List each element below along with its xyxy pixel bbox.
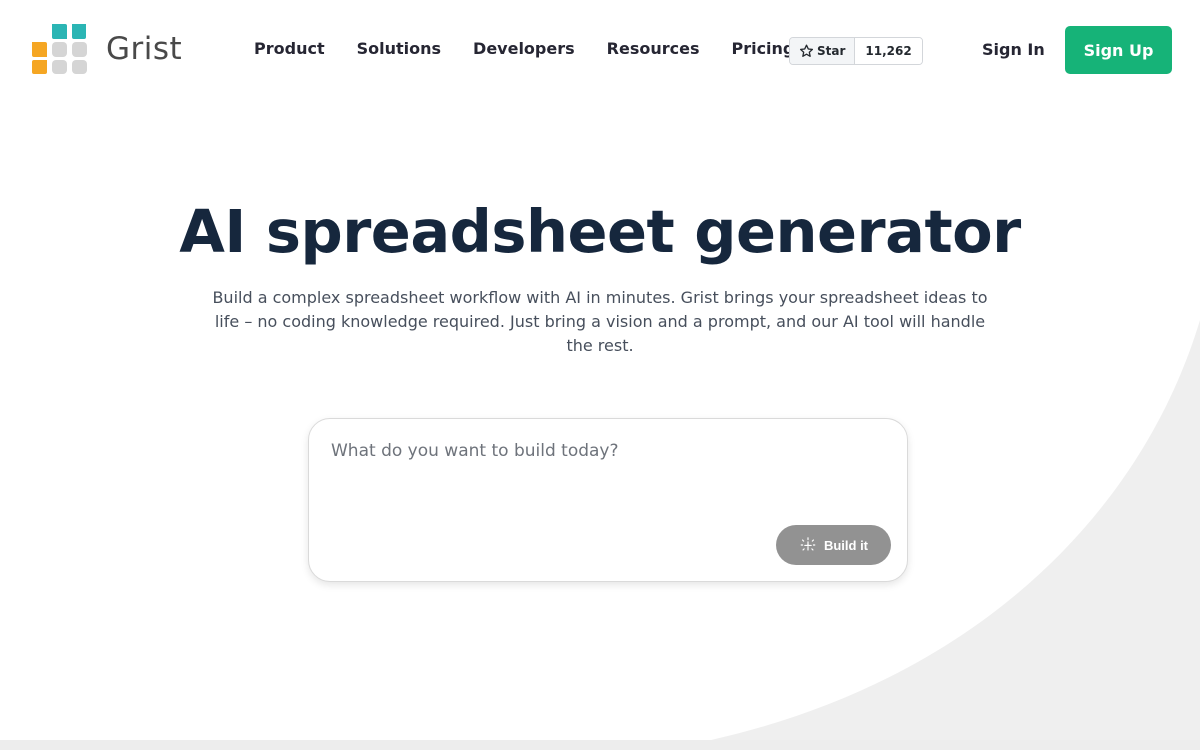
github-star-button[interactable]: Star <box>790 38 856 64</box>
github-star-widget: Star 11,262 <box>789 37 923 65</box>
nav-developers[interactable]: Developers <box>473 39 575 58</box>
github-star-label: Star <box>817 44 846 58</box>
hero-subtitle: Build a complex spreadsheet workflow wit… <box>212 288 988 355</box>
main-nav: Product Solutions Developers Resources P… <box>254 39 826 58</box>
background-curve <box>660 320 1200 750</box>
grist-logo[interactable]: Grist <box>32 24 182 74</box>
sparkle-icon <box>800 537 816 551</box>
nav-solutions[interactable]: Solutions <box>357 39 441 58</box>
sign-in-link[interactable]: Sign In <box>982 40 1045 59</box>
github-star-count[interactable]: 11,262 <box>855 38 922 64</box>
page-title: AI spreadsheet generator <box>179 197 1021 266</box>
nav-pricing[interactable]: Pricing <box>731 39 794 58</box>
sign-up-button[interactable]: Sign Up <box>1065 26 1172 74</box>
nav-product[interactable]: Product <box>254 39 325 58</box>
prompt-box: Build it <box>308 418 908 582</box>
build-it-label: Build it <box>823 537 869 553</box>
prompt-input[interactable] <box>331 441 887 531</box>
grist-logo-icon <box>32 24 87 74</box>
bottom-strip <box>0 740 1200 750</box>
hero-section: AI spreadsheet generator Build a complex… <box>0 195 1200 358</box>
site-header: Grist Product Solutions Developers Resou… <box>0 0 1200 100</box>
nav-resources[interactable]: Resources <box>607 39 700 58</box>
build-it-button[interactable]: Build it <box>776 525 891 565</box>
star-outline-icon <box>799 44 814 57</box>
logo-text: Grist <box>106 31 183 67</box>
